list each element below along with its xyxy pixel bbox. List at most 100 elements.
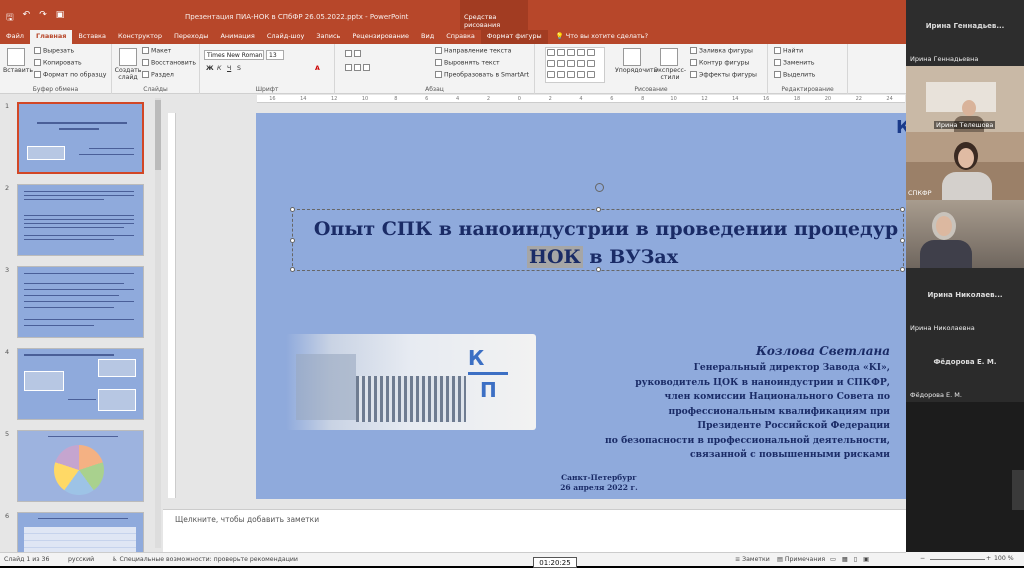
cut-button[interactable]: Вырезать	[34, 47, 74, 55]
tab-help[interactable]: Справка	[440, 30, 481, 44]
speaker-name: Козлова Светлана	[755, 344, 890, 358]
bullets-button[interactable]	[345, 50, 363, 58]
lightbulb-icon: 💡	[555, 32, 566, 40]
find-button[interactable]: Найти	[774, 47, 803, 55]
resize-handle[interactable]	[290, 267, 295, 272]
tab-shape-format[interactable]: Формат фигуры	[480, 30, 548, 44]
italic-button[interactable]: К	[217, 65, 221, 72]
font-size-select[interactable]: 13	[266, 50, 284, 60]
smartart-icon	[435, 71, 442, 78]
horizontal-ruler: 16 14 12 10 8 6 4 2 0 2 4 6 8 10 12 14 16 18 20 22 24	[257, 95, 905, 103]
arrange-button[interactable]: Упорядочить	[615, 67, 657, 74]
search-icon	[774, 47, 781, 54]
align-buttons[interactable]	[345, 64, 372, 72]
undo-icon[interactable]: ↶	[23, 10, 31, 26]
participant-video[interactable]	[906, 200, 1024, 268]
slide-thumbnail-1[interactable]	[17, 102, 144, 174]
vertical-ruler	[168, 113, 176, 498]
align-text-button[interactable]: Выровнять текст	[435, 59, 500, 67]
comments-button[interactable]: ▤ Примечания	[777, 556, 825, 563]
section-button[interactable]: Раздел	[142, 71, 174, 79]
thumbnails-scrollbar[interactable]	[155, 98, 161, 548]
brush-icon	[34, 71, 41, 78]
tell-me-search[interactable]: 💡 Что вы хотите сделать?	[548, 30, 656, 44]
zoom-out-icon[interactable]: −	[920, 555, 925, 562]
copy-button[interactable]: Копировать	[34, 59, 82, 67]
tab-animations[interactable]: Анимация	[214, 30, 260, 44]
slide-thumbnail-6[interactable]	[17, 512, 144, 552]
shape-effects-button[interactable]: Эффекты фигуры	[690, 71, 757, 79]
slide-thumbnail-5[interactable]	[17, 430, 144, 502]
group-label-editing: Редактирование	[781, 86, 834, 93]
resize-handle[interactable]	[596, 207, 601, 212]
participant-tile[interactable]: Ирина Николаев... Ирина Николаевна	[906, 268, 1024, 335]
tab-view[interactable]: Вид	[415, 30, 440, 44]
shape-outline-button[interactable]: Контур фигуры	[690, 59, 749, 67]
resize-handle[interactable]	[900, 207, 905, 212]
new-slide-button[interactable]: Создать слайд	[114, 67, 142, 81]
tab-slideshow[interactable]: Слайд-шоу	[261, 30, 311, 44]
text-direction-button[interactable]: Направление текста	[435, 47, 511, 55]
zoom-level[interactable]: 100 %	[994, 555, 1014, 562]
slide-thumbnail-3[interactable]	[17, 266, 144, 338]
paste-icon[interactable]	[7, 48, 25, 66]
tab-transitions[interactable]: Переходы	[168, 30, 214, 44]
bold-button[interactable]: Ж	[206, 65, 214, 72]
accessibility-status[interactable]: ♿ Специальные возможности: проверьте рек…	[112, 556, 298, 563]
tab-insert[interactable]: Вставка	[72, 30, 112, 44]
resize-handle[interactable]	[290, 238, 295, 243]
select-button[interactable]: Выделить	[774, 71, 815, 79]
tab-home[interactable]: Главная	[29, 30, 73, 44]
slide-thumbnail-2[interactable]	[17, 184, 144, 256]
save-icon[interactable]: 🖫	[6, 10, 14, 26]
resize-handle[interactable]	[290, 207, 295, 212]
align-right-icon	[363, 64, 370, 71]
arrange-icon[interactable]	[623, 48, 641, 66]
slideshow-view-icon: ▣	[863, 556, 875, 563]
format-painter-button[interactable]: Формат по образцу	[34, 71, 106, 79]
zoom-slider[interactable]	[930, 559, 985, 560]
cursor-icon	[774, 71, 781, 78]
new-slide-icon[interactable]	[119, 48, 137, 66]
shape-fill-button[interactable]: Заливка фигуры	[690, 47, 753, 55]
quick-styles-icon[interactable]	[660, 48, 678, 66]
shapes-gallery[interactable]	[545, 47, 605, 83]
bullets-icon	[345, 50, 352, 57]
tab-file[interactable]: Файл	[0, 30, 30, 44]
quick-styles-button[interactable]: Экспресс-стили	[653, 67, 687, 81]
rotate-handle[interactable]	[595, 183, 604, 192]
view-buttons[interactable]: ▭▦▯▣	[830, 556, 875, 563]
notes-placeholder: Щелкните, чтобы добавить заметки	[175, 515, 320, 524]
scrollbar-thumb[interactable]	[155, 100, 161, 170]
participant-tile[interactable]: Фёдорова Е. М. Фёдорова Е. М.	[906, 335, 1024, 402]
participant-video[interactable]: СПКФР	[906, 132, 1024, 200]
zoom-in-icon[interactable]: +	[986, 555, 991, 562]
underline-button[interactable]: Ч	[227, 65, 231, 72]
notes-toggle-button[interactable]: ≡ Заметки	[735, 556, 770, 563]
panel-scrollbar[interactable]	[1012, 470, 1024, 510]
notes-pane[interactable]: Щелкните, чтобы добавить заметки	[163, 509, 906, 552]
slide-title[interactable]: Опыт СПК в наноиндустрии в проведении пр…	[296, 215, 916, 271]
language-indicator[interactable]: русский	[68, 556, 94, 563]
layout-button[interactable]: Макет	[142, 47, 171, 55]
tab-review[interactable]: Рецензирование	[346, 30, 415, 44]
thumb-number: 4	[5, 348, 10, 356]
strikethrough-button[interactable]: S	[237, 65, 241, 72]
redo-icon[interactable]: ↷	[39, 10, 47, 26]
tab-design[interactable]: Конструктор	[112, 30, 168, 44]
font-name-select[interactable]: Times New Roman	[204, 50, 264, 60]
reset-icon	[142, 59, 149, 66]
font-color-button[interactable]: A	[315, 65, 320, 72]
slide-thumbnail-4[interactable]	[17, 348, 144, 420]
tab-record[interactable]: Запись	[310, 30, 346, 44]
participant-video[interactable]: Ирина Телешова	[906, 66, 1024, 132]
current-slide[interactable]: К Опыт СПК в наноиндустрии в проведении …	[256, 113, 942, 499]
slideshow-icon[interactable]: ▣	[56, 10, 65, 26]
participant-tile[interactable]: Ирина Геннадьев... Ирина Геннадьевна	[906, 0, 1024, 66]
paste-button[interactable]: Вставить	[3, 67, 33, 74]
replace-button[interactable]: Заменить	[774, 59, 815, 67]
numbering-icon	[354, 50, 361, 57]
reset-button[interactable]: Восстановить	[142, 59, 196, 67]
layout-icon	[142, 47, 149, 54]
smartart-button[interactable]: Преобразовать в SmartArt	[435, 71, 529, 79]
